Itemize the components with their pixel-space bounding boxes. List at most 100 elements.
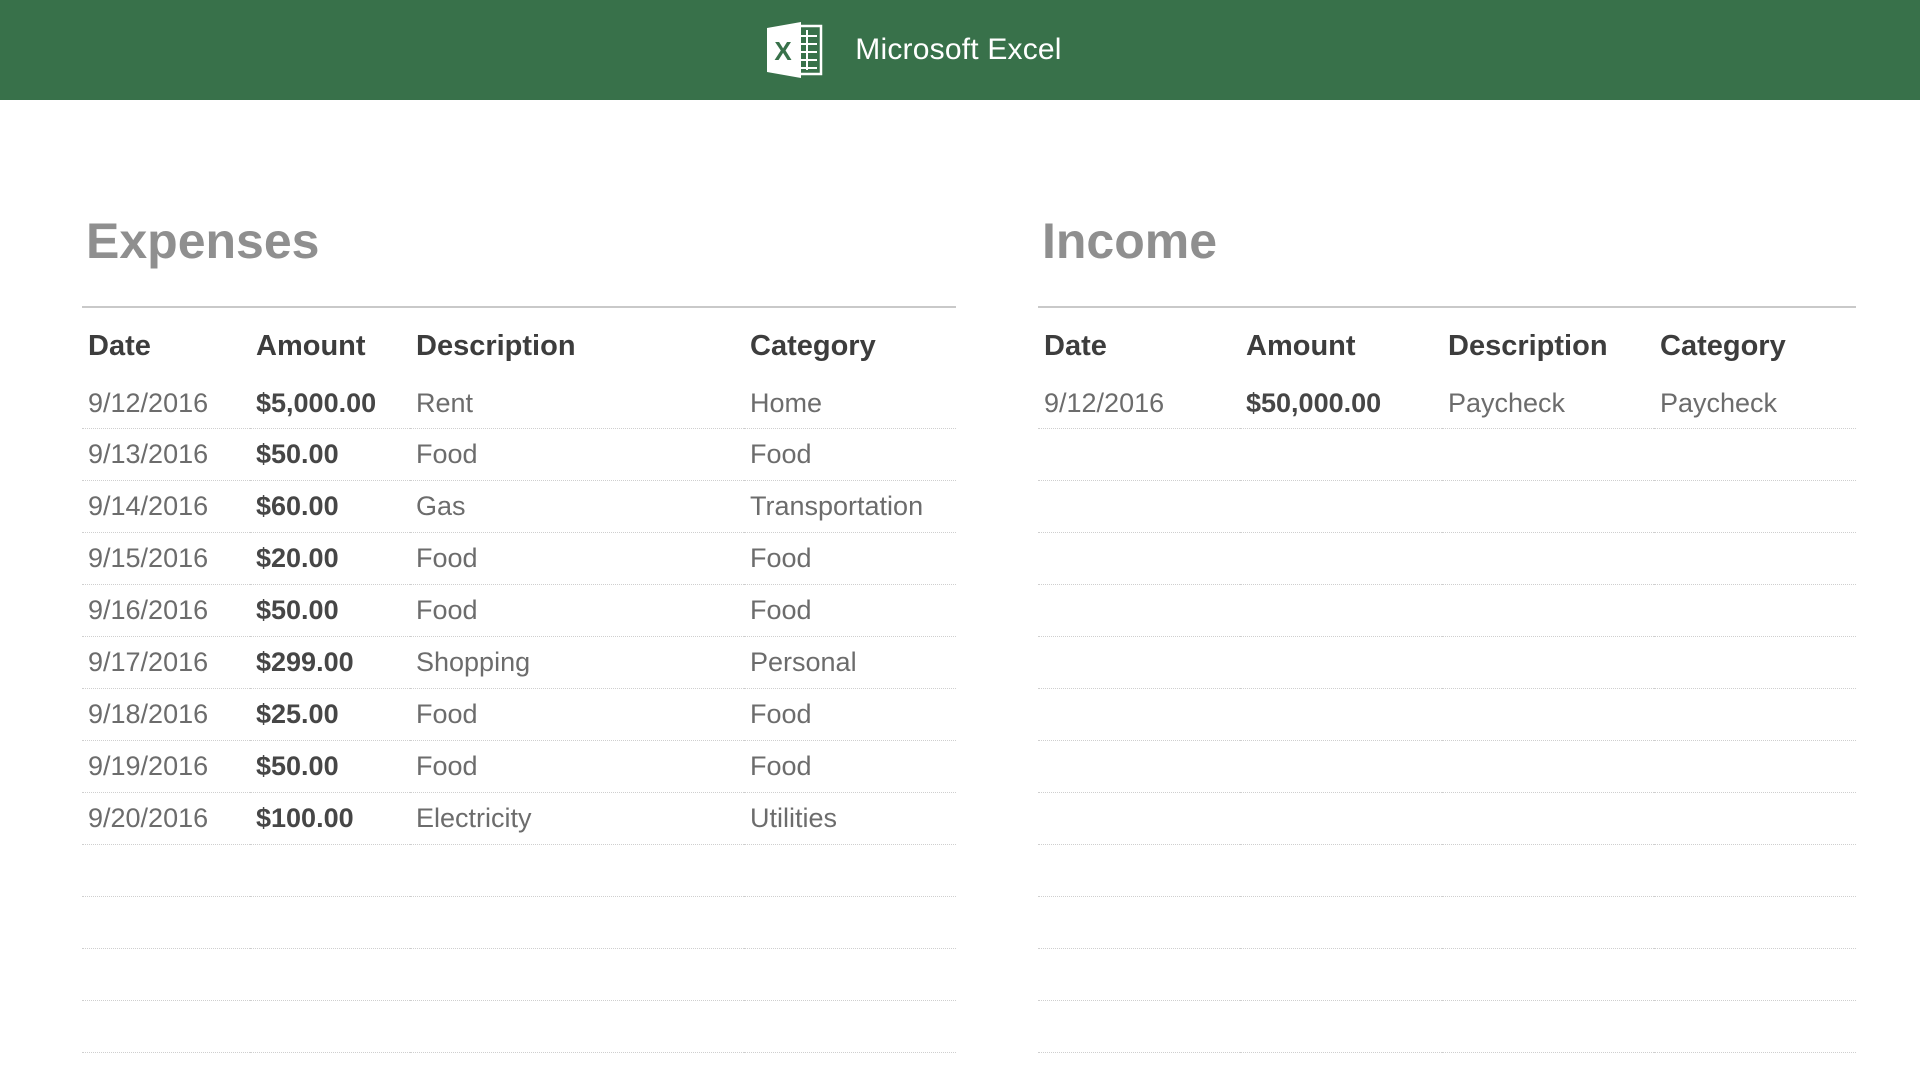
expenses-cell-date[interactable] (82, 948, 250, 1001)
income-cell-date[interactable] (1038, 792, 1240, 845)
income-cell-category[interactable] (1654, 1000, 1856, 1053)
expenses-cell-amount[interactable]: $100.00 (250, 792, 410, 845)
expenses-cell-category[interactable]: Food (744, 428, 956, 481)
expenses-cell-date[interactable] (82, 844, 250, 897)
income-cell-amount[interactable] (1240, 740, 1442, 793)
income-cell-date[interactable] (1038, 584, 1240, 637)
expenses-cell-amount[interactable] (250, 948, 410, 1001)
expenses-cell-description[interactable] (410, 896, 744, 949)
expenses-cell-description[interactable]: Electricity (410, 792, 744, 845)
income-cell-amount[interactable] (1240, 688, 1442, 741)
expenses-cell-date[interactable]: 9/13/2016 (82, 428, 250, 481)
income-cell-category[interactable] (1654, 740, 1856, 793)
income-cell-date[interactable] (1038, 480, 1240, 533)
income-cell-category[interactable] (1654, 948, 1856, 1001)
expenses-cell-date[interactable]: 9/16/2016 (82, 584, 250, 637)
income-cell-category[interactable] (1654, 636, 1856, 689)
expenses-cell-amount[interactable]: $60.00 (250, 480, 410, 533)
income-cell-description[interactable] (1442, 584, 1654, 637)
income-cell-amount[interactable] (1240, 532, 1442, 585)
income-cell-description[interactable] (1442, 948, 1654, 1001)
income-cell-date[interactable] (1038, 428, 1240, 481)
income-cell-amount[interactable] (1240, 584, 1442, 637)
income-cell-date[interactable] (1038, 636, 1240, 689)
income-cell-date[interactable] (1038, 896, 1240, 949)
income-cell-amount[interactable] (1240, 428, 1442, 481)
income-cell-date[interactable] (1038, 948, 1240, 1001)
expenses-cell-description[interactable]: Gas (410, 480, 744, 533)
income-cell-description[interactable] (1442, 792, 1654, 845)
expenses-cell-date[interactable] (82, 1000, 250, 1053)
income-cell-date[interactable] (1038, 532, 1240, 585)
income-cell-description[interactable] (1442, 1000, 1654, 1053)
income-cell-amount[interactable] (1240, 480, 1442, 533)
income-cell-date[interactable] (1038, 688, 1240, 741)
expenses-column-header-description[interactable]: Description (410, 307, 744, 378)
expenses-cell-amount[interactable]: $20.00 (250, 532, 410, 585)
income-cell-description[interactable] (1442, 428, 1654, 481)
expenses-cell-description[interactable]: Rent (410, 378, 744, 429)
income-cell-description[interactable] (1442, 636, 1654, 689)
expenses-cell-description[interactable] (410, 948, 744, 1001)
expenses-cell-description[interactable]: Food (410, 688, 744, 741)
expenses-cell-category[interactable]: Utilities (744, 792, 956, 845)
expenses-cell-category[interactable] (744, 844, 956, 897)
expenses-cell-amount[interactable]: $50.00 (250, 428, 410, 481)
income-cell-amount[interactable] (1240, 896, 1442, 949)
expenses-cell-description[interactable]: Food (410, 584, 744, 637)
expenses-cell-description[interactable] (410, 1000, 744, 1053)
income-cell-description[interactable] (1442, 532, 1654, 585)
expenses-cell-description[interactable]: Food (410, 740, 744, 793)
expenses-cell-date[interactable] (82, 896, 250, 949)
income-cell-category[interactable] (1654, 844, 1856, 897)
income-cell-date[interactable] (1038, 844, 1240, 897)
income-cell-amount[interactable] (1240, 948, 1442, 1001)
income-cell-date[interactable] (1038, 740, 1240, 793)
expenses-cell-amount[interactable]: $5,000.00 (250, 378, 410, 429)
expenses-cell-date[interactable]: 9/15/2016 (82, 532, 250, 585)
income-cell-category[interactable] (1654, 688, 1856, 741)
expenses-cell-category[interactable] (744, 896, 956, 949)
expenses-cell-amount[interactable]: $299.00 (250, 636, 410, 689)
expenses-cell-description[interactable]: Food (410, 532, 744, 585)
expenses-cell-date[interactable]: 9/17/2016 (82, 636, 250, 689)
expenses-cell-amount[interactable]: $25.00 (250, 688, 410, 741)
income-column-header-description[interactable]: Description (1442, 307, 1654, 378)
expenses-cell-amount[interactable]: $50.00 (250, 740, 410, 793)
expenses-cell-description[interactable] (410, 844, 744, 897)
income-cell-description[interactable] (1442, 480, 1654, 533)
income-cell-category[interactable]: Paycheck (1654, 378, 1856, 429)
income-column-header-category[interactable]: Category (1654, 307, 1856, 378)
income-cell-category[interactable] (1654, 792, 1856, 845)
expenses-cell-category[interactable] (744, 1000, 956, 1053)
expenses-cell-category[interactable] (744, 948, 956, 1001)
income-column-header-date[interactable]: Date (1038, 307, 1240, 378)
expenses-cell-category[interactable]: Home (744, 378, 956, 429)
expenses-cell-date[interactable]: 9/14/2016 (82, 480, 250, 533)
income-cell-amount[interactable] (1240, 1000, 1442, 1053)
expenses-cell-amount[interactable] (250, 896, 410, 949)
expenses-column-header-amount[interactable]: Amount (250, 307, 410, 378)
expenses-column-header-date[interactable]: Date (82, 307, 250, 378)
expenses-cell-category[interactable]: Food (744, 532, 956, 585)
income-cell-date[interactable] (1038, 1000, 1240, 1053)
income-cell-description[interactable]: Paycheck (1442, 378, 1654, 429)
expenses-cell-description[interactable]: Food (410, 428, 744, 481)
income-cell-description[interactable] (1442, 896, 1654, 949)
income-cell-amount[interactable]: $50,000.00 (1240, 378, 1442, 429)
expenses-cell-date[interactable]: 9/18/2016 (82, 688, 250, 741)
expenses-cell-amount[interactable] (250, 844, 410, 897)
expenses-cell-category[interactable]: Personal (744, 636, 956, 689)
expenses-cell-date[interactable]: 9/19/2016 (82, 740, 250, 793)
income-cell-description[interactable] (1442, 688, 1654, 741)
income-cell-category[interactable] (1654, 584, 1856, 637)
income-cell-description[interactable] (1442, 844, 1654, 897)
expenses-column-header-category[interactable]: Category (744, 307, 956, 378)
expenses-cell-amount[interactable] (250, 1000, 410, 1053)
expenses-cell-category[interactable]: Food (744, 740, 956, 793)
income-cell-description[interactable] (1442, 740, 1654, 793)
expenses-cell-date[interactable]: 9/20/2016 (82, 792, 250, 845)
expenses-cell-category[interactable]: Transportation (744, 480, 956, 533)
expenses-cell-amount[interactable]: $50.00 (250, 584, 410, 637)
income-cell-category[interactable] (1654, 896, 1856, 949)
